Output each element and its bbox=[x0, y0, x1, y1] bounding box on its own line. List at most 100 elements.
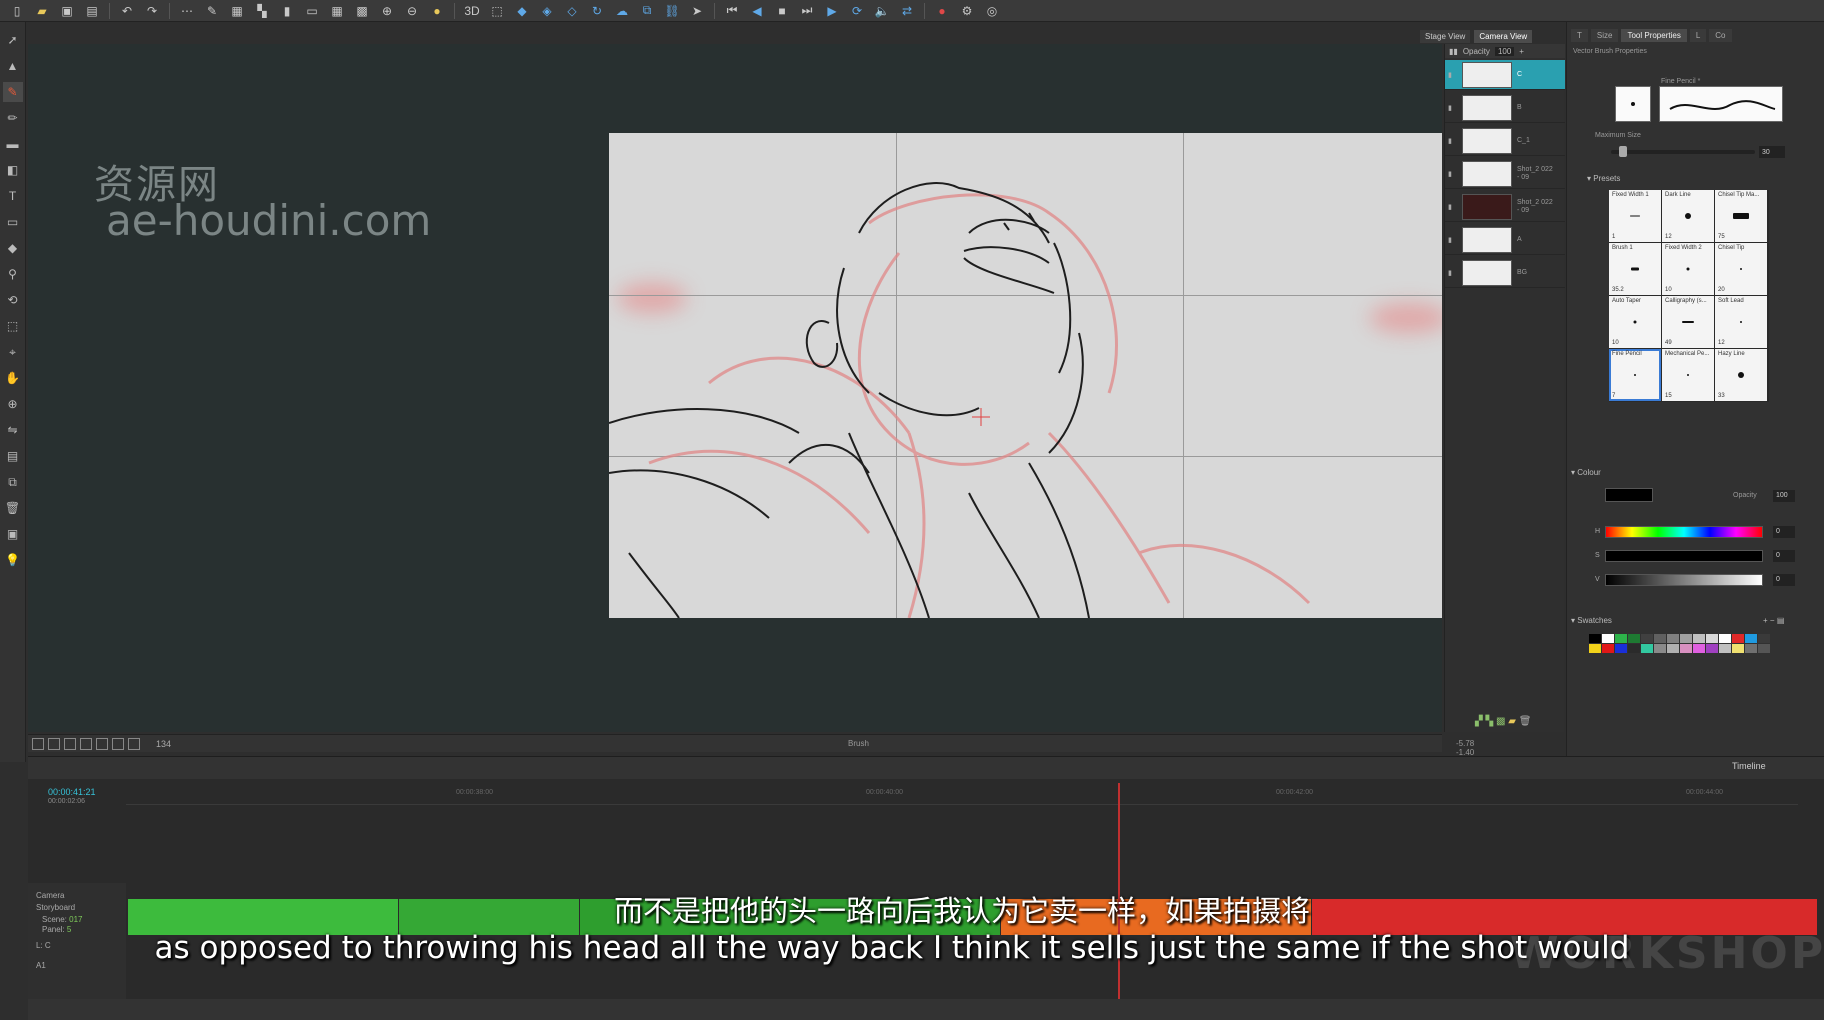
record-icon[interactable]: ● bbox=[931, 2, 953, 20]
colour-swatch[interactable] bbox=[1654, 644, 1666, 653]
layer-row[interactable]: ▮ B bbox=[1445, 93, 1565, 123]
open-icon[interactable]: ▰ bbox=[31, 2, 53, 20]
colour-swatch[interactable] bbox=[1758, 644, 1770, 653]
layer-visibility-icon[interactable]: ▮ bbox=[1448, 170, 1456, 178]
brush-preset[interactable]: Chisel Tip Ma... 75 bbox=[1715, 190, 1767, 242]
layer-row[interactable]: ▮ C_1 bbox=[1445, 126, 1565, 156]
camera-frame[interactable] bbox=[609, 133, 1442, 618]
camera-tool-icon[interactable]: ⌖ bbox=[3, 342, 23, 362]
shape-tool-icon[interactable]: ▭ bbox=[3, 212, 23, 232]
layer-row[interactable]: ▮ Shot_2 022 - 09 bbox=[1445, 159, 1565, 189]
brush-tip-preview[interactable] bbox=[1615, 86, 1651, 122]
stop-icon[interactable]: ■ bbox=[771, 2, 793, 20]
layer-visibility-icon[interactable]: ▮ bbox=[1448, 104, 1456, 112]
value-slider[interactable] bbox=[1605, 574, 1763, 586]
colour-swatch[interactable] bbox=[1745, 634, 1757, 643]
current-colour-swatch[interactable] bbox=[1605, 488, 1653, 502]
colour-swatch[interactable] bbox=[1589, 634, 1601, 643]
add-vector-layer-icon[interactable]: ▞ bbox=[1475, 716, 1483, 727]
colour-swatch[interactable] bbox=[1667, 644, 1679, 653]
zoom-in-icon[interactable]: ⊕ bbox=[376, 2, 398, 20]
value-value[interactable]: 0 bbox=[1773, 574, 1795, 586]
brush-preset[interactable]: Fixed Width 2 10 bbox=[1662, 243, 1714, 295]
layer-tool-icon[interactable]: ▤ bbox=[3, 446, 23, 466]
brush-preset[interactable]: Fine Pencil 7 bbox=[1609, 349, 1661, 401]
view-mode-icon[interactable] bbox=[48, 737, 60, 750]
colour-swatch[interactable] bbox=[1589, 644, 1601, 653]
view-mode-icon[interactable] bbox=[96, 737, 108, 750]
scrub-icon[interactable]: ⇄ bbox=[896, 2, 918, 20]
colour-swatch[interactable] bbox=[1641, 634, 1653, 643]
tab-tools[interactable]: T bbox=[1571, 28, 1588, 42]
hand-tool-icon[interactable]: ✋ bbox=[3, 368, 23, 388]
save-all-icon[interactable]: ▤ bbox=[81, 2, 103, 20]
new-icon[interactable]: ▯ bbox=[6, 2, 28, 20]
arrow-icon[interactable]: ➤ bbox=[686, 2, 708, 20]
tab-tool-properties[interactable]: Tool Properties bbox=[1621, 28, 1687, 42]
options-icon[interactable]: ⚙ bbox=[956, 2, 978, 20]
brush-preset[interactable]: Calligraphy (s... 49 bbox=[1662, 296, 1714, 348]
node-icon[interactable]: ◈ bbox=[536, 2, 558, 20]
rotate-tool-icon[interactable]: ⟲ bbox=[3, 290, 23, 310]
copy-icon[interactable]: ⧉ bbox=[636, 2, 658, 20]
layer-row[interactable]: ▮ BG bbox=[1445, 258, 1565, 288]
loop-icon[interactable]: ⟳ bbox=[846, 2, 868, 20]
saturation-value[interactable]: 0 bbox=[1773, 550, 1795, 562]
link-icon[interactable]: ⛓ bbox=[661, 2, 683, 20]
layer-row[interactable]: ▮ A bbox=[1445, 225, 1565, 255]
hue-value[interactable]: 0 bbox=[1773, 526, 1795, 538]
remove-swatch-icon[interactable]: − bbox=[1770, 616, 1775, 625]
window-icon[interactable]: ▭ bbox=[301, 2, 323, 20]
colour-swatch[interactable] bbox=[1615, 634, 1627, 643]
view-mode-icon[interactable] bbox=[128, 737, 140, 750]
layer-row[interactable]: ▮ Shot_2 022 - 09 bbox=[1445, 192, 1565, 222]
view-mode-icon[interactable] bbox=[80, 737, 92, 750]
colour-swatch[interactable] bbox=[1758, 634, 1770, 643]
add-swatch-icon[interactable]: + bbox=[1763, 616, 1768, 625]
layer-toggle-icon[interactable]: ▮▮ bbox=[1449, 47, 1458, 56]
flip-tool-icon[interactable]: ⇋ bbox=[3, 420, 23, 440]
zoom-level[interactable]: 134 bbox=[156, 739, 171, 749]
add-bitmap-layer-icon[interactable]: ▚ bbox=[1485, 716, 1493, 727]
view-mode-icon[interactable] bbox=[32, 737, 44, 750]
brush-preset[interactable]: Mechanical Pe... 15 bbox=[1662, 349, 1714, 401]
max-size-value[interactable]: 30 bbox=[1759, 146, 1785, 158]
pen-icon[interactable]: ✎ bbox=[201, 2, 223, 20]
hand-icon[interactable]: ● bbox=[426, 2, 448, 20]
step-icon[interactable]: ⏭ bbox=[796, 2, 818, 20]
undo-icon[interactable]: ↶ bbox=[116, 2, 138, 20]
colour-swatch[interactable] bbox=[1615, 644, 1627, 653]
save-icon[interactable]: ▣ bbox=[56, 2, 78, 20]
play-icon[interactable]: ▶ bbox=[821, 2, 843, 20]
camera-icon[interactable]: ◆ bbox=[511, 2, 533, 20]
colour-swatch[interactable] bbox=[1680, 634, 1692, 643]
peg-icon[interactable]: ◇ bbox=[561, 2, 583, 20]
colour-swatch[interactable] bbox=[1602, 634, 1614, 643]
pencil-tool-icon[interactable]: ✏ bbox=[3, 108, 23, 128]
redo-icon[interactable]: ↷ bbox=[141, 2, 163, 20]
brush-preset[interactable]: Chisel Tip 20 bbox=[1715, 243, 1767, 295]
cloud-icon[interactable]: ☁ bbox=[611, 2, 633, 20]
colour-swatch[interactable] bbox=[1732, 634, 1744, 643]
tab-camera-view[interactable]: Camera View bbox=[1474, 29, 1533, 43]
time-ruler[interactable]: 00:00:38:00 00:00:40:00 00:00:42:00 00:0… bbox=[126, 783, 1798, 805]
brush-tool-icon[interactable]: ✎ bbox=[2, 82, 23, 102]
tab-size[interactable]: Size bbox=[1590, 28, 1619, 42]
current-time[interactable]: 00:00:41:21 00:00:02:06 bbox=[48, 787, 96, 807]
colour-swatch[interactable] bbox=[1628, 634, 1640, 643]
more-icon[interactable]: ⋯ bbox=[176, 2, 198, 20]
colour-swatch[interactable] bbox=[1719, 634, 1731, 643]
copy-tool-icon[interactable]: ⧉ bbox=[3, 472, 23, 492]
panel-icon[interactable]: ▮ bbox=[276, 2, 298, 20]
brush-preset[interactable]: Fixed Width 1 1 bbox=[1609, 190, 1661, 242]
contour-tool-icon[interactable]: ▲ bbox=[3, 56, 23, 76]
dropper-tool-icon[interactable]: ⚲ bbox=[3, 264, 23, 284]
grid-icon[interactable]: ▦ bbox=[226, 2, 248, 20]
layer-visibility-icon[interactable]: ▮ bbox=[1448, 137, 1456, 145]
colour-swatch[interactable] bbox=[1628, 644, 1640, 653]
rotate-icon[interactable]: ↻ bbox=[586, 2, 608, 20]
folder-icon[interactable]: ▰ bbox=[1508, 716, 1516, 727]
transform-tool-icon[interactable]: ⬚ bbox=[3, 316, 23, 336]
delete-layer-icon[interactable]: 🗑 bbox=[1519, 716, 1532, 727]
onion-icon[interactable]: ◎ bbox=[981, 2, 1003, 20]
